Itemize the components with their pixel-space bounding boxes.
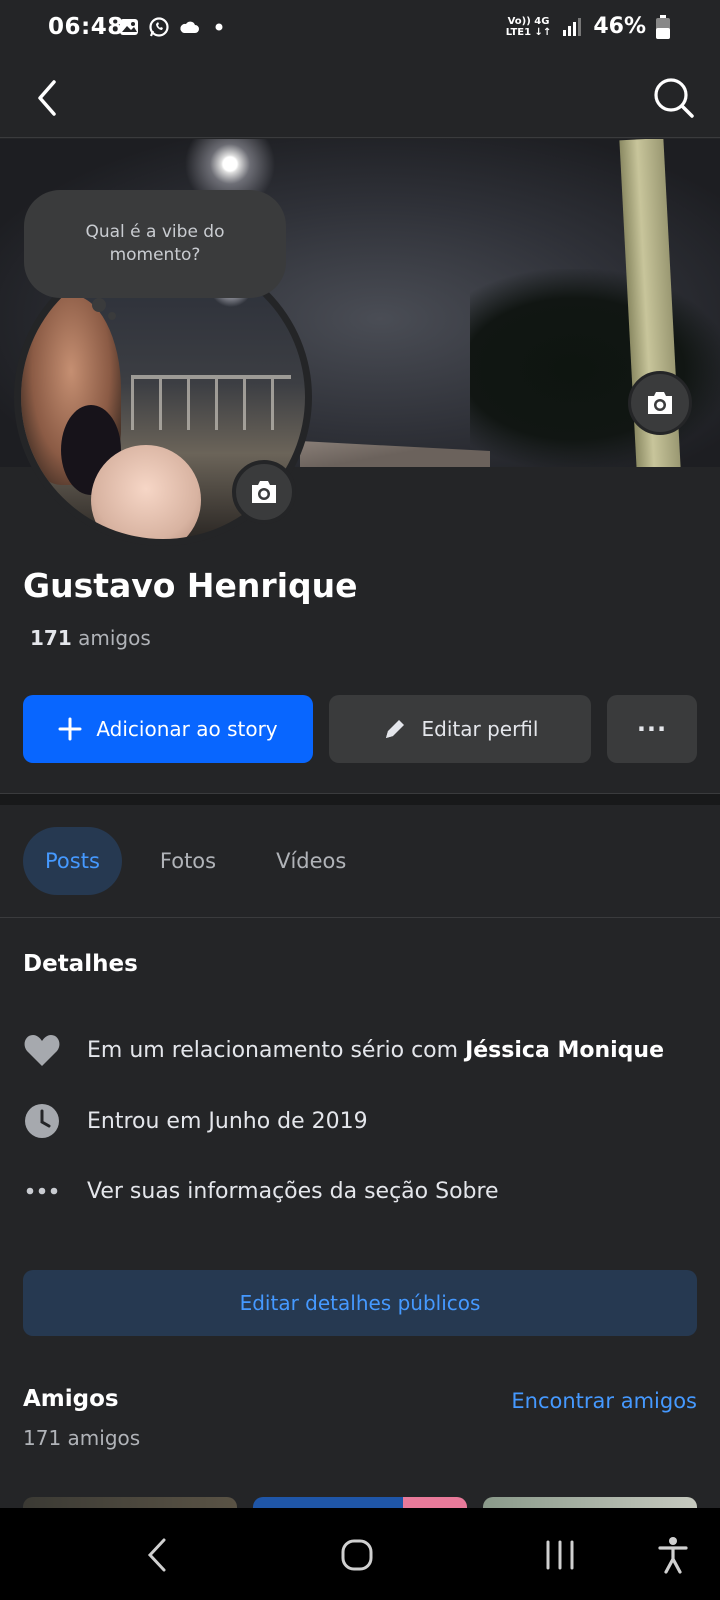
battery-percent: 46% (593, 14, 646, 39)
nav-back-button[interactable] (132, 1530, 182, 1580)
edit-public-details-button[interactable]: Editar detalhes públicos (23, 1270, 697, 1336)
camera-icon (648, 392, 672, 414)
system-status: Vo)) 4G LTE1 ↓↑ 46% (506, 14, 670, 39)
accessibility-icon (658, 1537, 688, 1574)
relationship-text: Em um relacionamento sério com Jéssica M… (87, 1037, 664, 1063)
friends-count[interactable]: 171 amigos (30, 626, 151, 650)
back-button[interactable] (26, 76, 70, 120)
add-to-story-label: Adicionar ao story (96, 717, 278, 741)
home-icon (341, 1539, 373, 1571)
tabs-divider (0, 917, 720, 918)
bubble-dot (92, 298, 106, 312)
accessibility-button[interactable] (648, 1530, 698, 1580)
joined-row: Entrou em Junho de 2019 (23, 1102, 368, 1140)
network-label: Vo)) 4G LTE1 ↓↑ (505, 15, 552, 38)
gallery-icon (120, 19, 138, 35)
status-bar: 06:48 Vo)) 4G LTE1 ↓↑ 46% (0, 0, 720, 58)
joined-text: Entrou em Junho de 2019 (87, 1108, 368, 1134)
more-dots-icon: ··· (636, 715, 668, 743)
app-bar (0, 58, 720, 138)
tab-photos[interactable]: Fotos (138, 827, 238, 895)
relationship-row: Em um relacionamento sério com Jéssica M… (23, 1031, 664, 1069)
partner-name-link[interactable]: Jéssica Monique (465, 1038, 664, 1063)
friends-heading: Amigos (23, 1386, 119, 1412)
nav-home-button[interactable] (332, 1530, 382, 1580)
camera-icon (252, 481, 276, 503)
edit-profile-label: Editar perfil (421, 717, 539, 741)
profile-tabs: Posts Fotos Vídeos (23, 827, 384, 895)
about-row[interactable]: Ver suas informações da seção Sobre (23, 1172, 499, 1210)
whatsapp-icon (149, 17, 169, 37)
about-text: Ver suas informações da seção Sobre (87, 1178, 499, 1204)
dot-icon (215, 23, 223, 31)
cover-camera-button[interactable] (628, 371, 692, 435)
back-arrow-icon (38, 80, 56, 116)
bubble-dot (108, 312, 116, 320)
search-icon (654, 78, 694, 118)
profile-name: Gustavo Henrique (23, 566, 358, 605)
signal-icon (563, 17, 582, 36)
tab-videos[interactable]: Vídeos (254, 827, 368, 895)
status-note-bubble[interactable]: Qual é a vibe do momento? (24, 190, 286, 298)
tab-posts[interactable]: Posts (23, 827, 122, 895)
section-divider (0, 793, 720, 805)
pencil-icon (385, 720, 404, 738)
back-chevron-icon (147, 1538, 166, 1572)
edit-profile-button[interactable]: Editar perfil (329, 695, 591, 763)
status-time: 06:48 (48, 14, 124, 40)
search-button[interactable] (650, 74, 698, 122)
plus-icon (58, 717, 82, 741)
system-navigation-bar (0, 1508, 720, 1600)
more-horizontal-icon (23, 1172, 61, 1210)
notification-icons (118, 16, 230, 38)
profile-camera-button[interactable] (232, 460, 296, 524)
heart-icon (23, 1031, 61, 1069)
more-options-button[interactable]: ··· (607, 695, 697, 763)
battery-icon (656, 14, 670, 39)
recents-icon (546, 1540, 574, 1570)
cloud-icon (180, 21, 199, 33)
nav-recents-button[interactable] (535, 1530, 585, 1580)
add-to-story-button[interactable]: Adicionar ao story (23, 695, 313, 763)
details-heading: Detalhes (23, 951, 138, 977)
clock-icon (23, 1102, 61, 1140)
find-friends-link[interactable]: Encontrar amigos (511, 1389, 697, 1413)
friends-count-subtitle: 171 amigos (23, 1426, 141, 1450)
